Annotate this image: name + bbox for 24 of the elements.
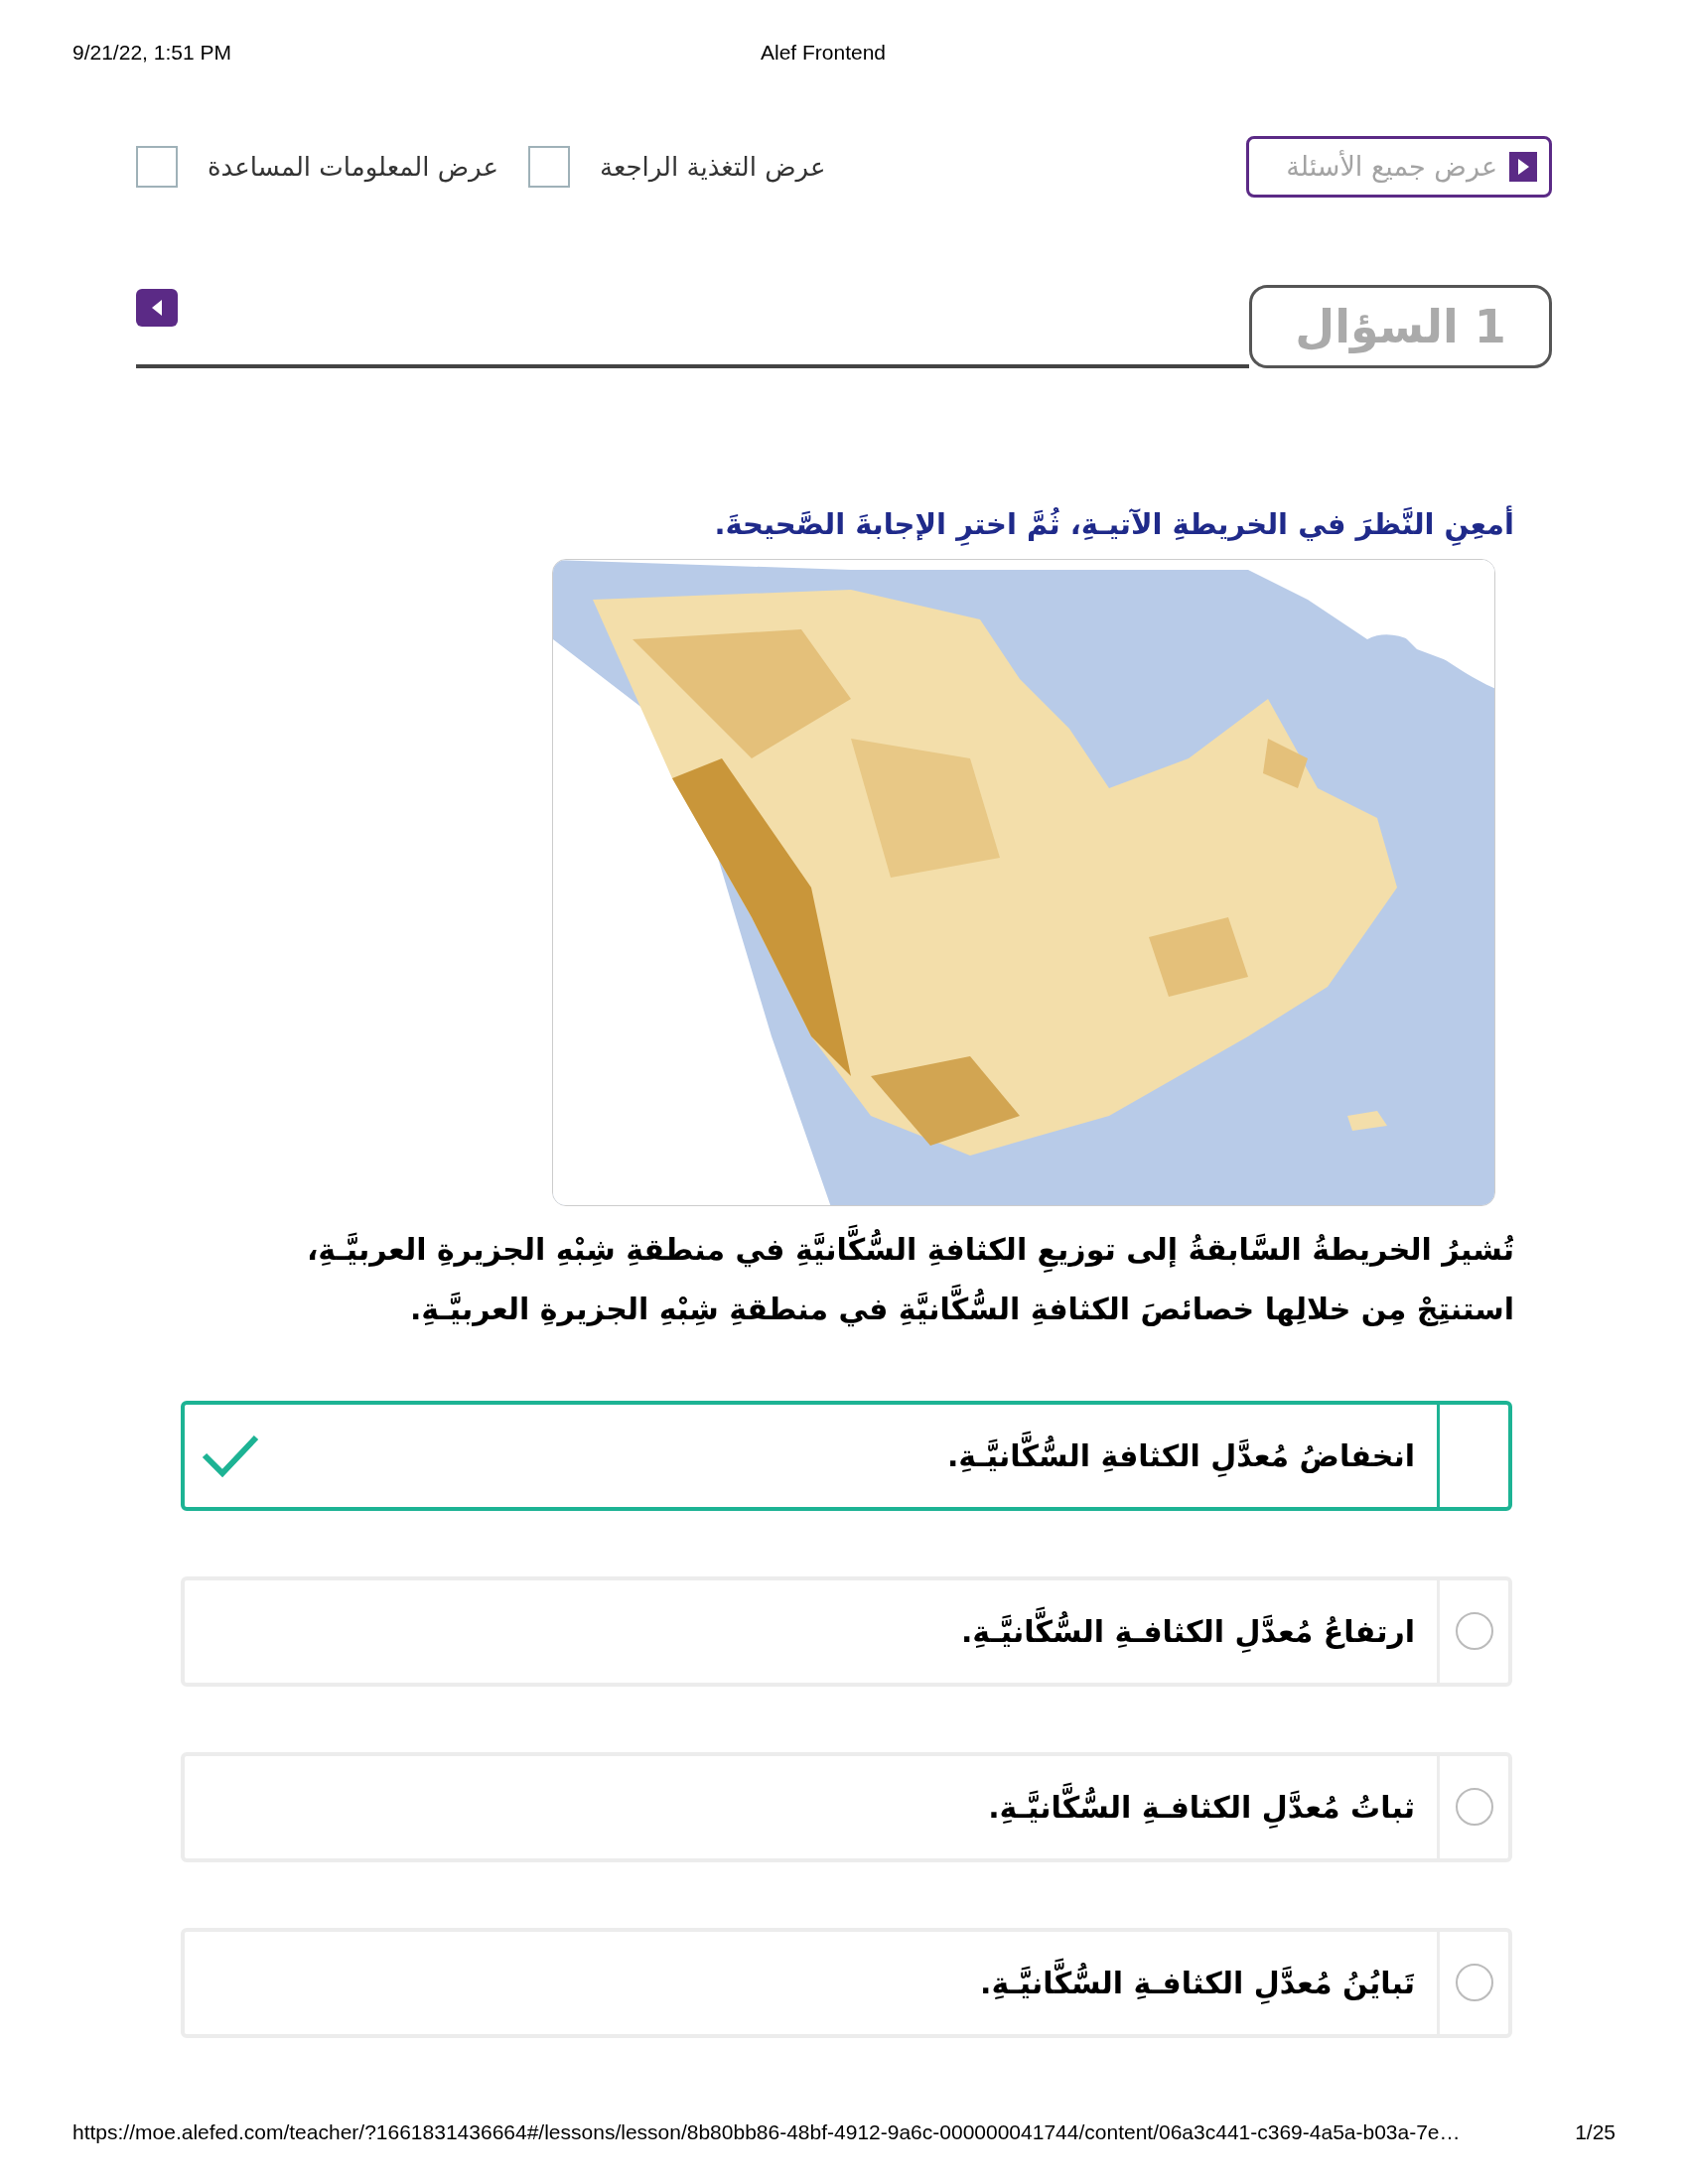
caret-left-icon xyxy=(150,298,164,318)
answer-option[interactable]: تَبايُنُ مُعدَّلِ الكثافـةِ السُّكَّانيَّـةِ. xyxy=(181,1927,1512,2038)
answer-option[interactable]: انخفاضُ مُعدَّلِ الكثافةِ السُّكَّانيَّـةِ. xyxy=(181,1400,1512,1511)
checkbox-label: عرض المعلومات المساعدة xyxy=(208,150,498,185)
option-text: ارتفاعُ مُعدَّلِ الكثافـةِ السُّكَّانيَّـةِ. xyxy=(960,1608,1415,1654)
option-text: ثباتُ مُعدَّلِ الكثافـةِ السُّكَّانيَّـةِ. xyxy=(988,1784,1415,1830)
page-url: https://moe.alefed.com/teacher/?1661831436664#/lessons/lesson/8b80bb86-48bf-4912-9a6c-000000041744/content/06a3c441-c369-4a5a-b03a-7e… xyxy=(72,2119,1461,2145)
radio-button[interactable] xyxy=(1455,1612,1493,1650)
play-icon xyxy=(1509,152,1537,182)
radio-button[interactable] xyxy=(1455,1788,1493,1826)
answer-option[interactable]: ارتفاعُ مُعدَّلِ الكثافـةِ السُّكَّانيَّـةِ. xyxy=(181,1575,1512,1687)
print-date: 9/21/22, 1:51 PM xyxy=(72,40,231,67)
page-number: 1/25 xyxy=(1575,2119,1616,2145)
checkbox[interactable] xyxy=(528,146,570,188)
answer-option[interactable]: ثباتُ مُعدَّلِ الكثافـةِ السُّكَّانيَّـةِ. xyxy=(181,1751,1512,1862)
back-button[interactable] xyxy=(136,289,178,327)
page-title: Alef Frontend xyxy=(760,40,887,67)
checkbox-label: عرض التغذية الراجعة xyxy=(600,150,826,185)
question-text: تُشيرُ الخريطةُ السَّابقةُ إلى توزيعِ الكثافةِ السُّكَّانيَّةِ في منطقةِ شِبْهِ الجزيرةِ العربيَّـةِ، استنتِجْ مِن خلالِها خصائصَ الكثافةِ السُّكَّانيَّةِ في منطقةِ شِبْهِ الجزيرةِ العربيَّـةِ. xyxy=(248,1219,1514,1339)
checkbox[interactable] xyxy=(136,146,178,188)
radio-button[interactable] xyxy=(1455,1964,1493,2001)
instruction-text: أمعِنِ النَّظرَ في الخريطةِ الآتيـةِ، ثُمَّ اخترِ الإجابةَ الصَّحيحةَ. xyxy=(174,503,1514,547)
option-text: تَبايُنُ مُعدَّلِ الكثافـةِ السُّكَّانيَّـةِ. xyxy=(980,1960,1415,2005)
option-text: انخفاضُ مُعدَّلِ الكثافةِ السُّكَّانيَّـةِ. xyxy=(946,1433,1415,1478)
